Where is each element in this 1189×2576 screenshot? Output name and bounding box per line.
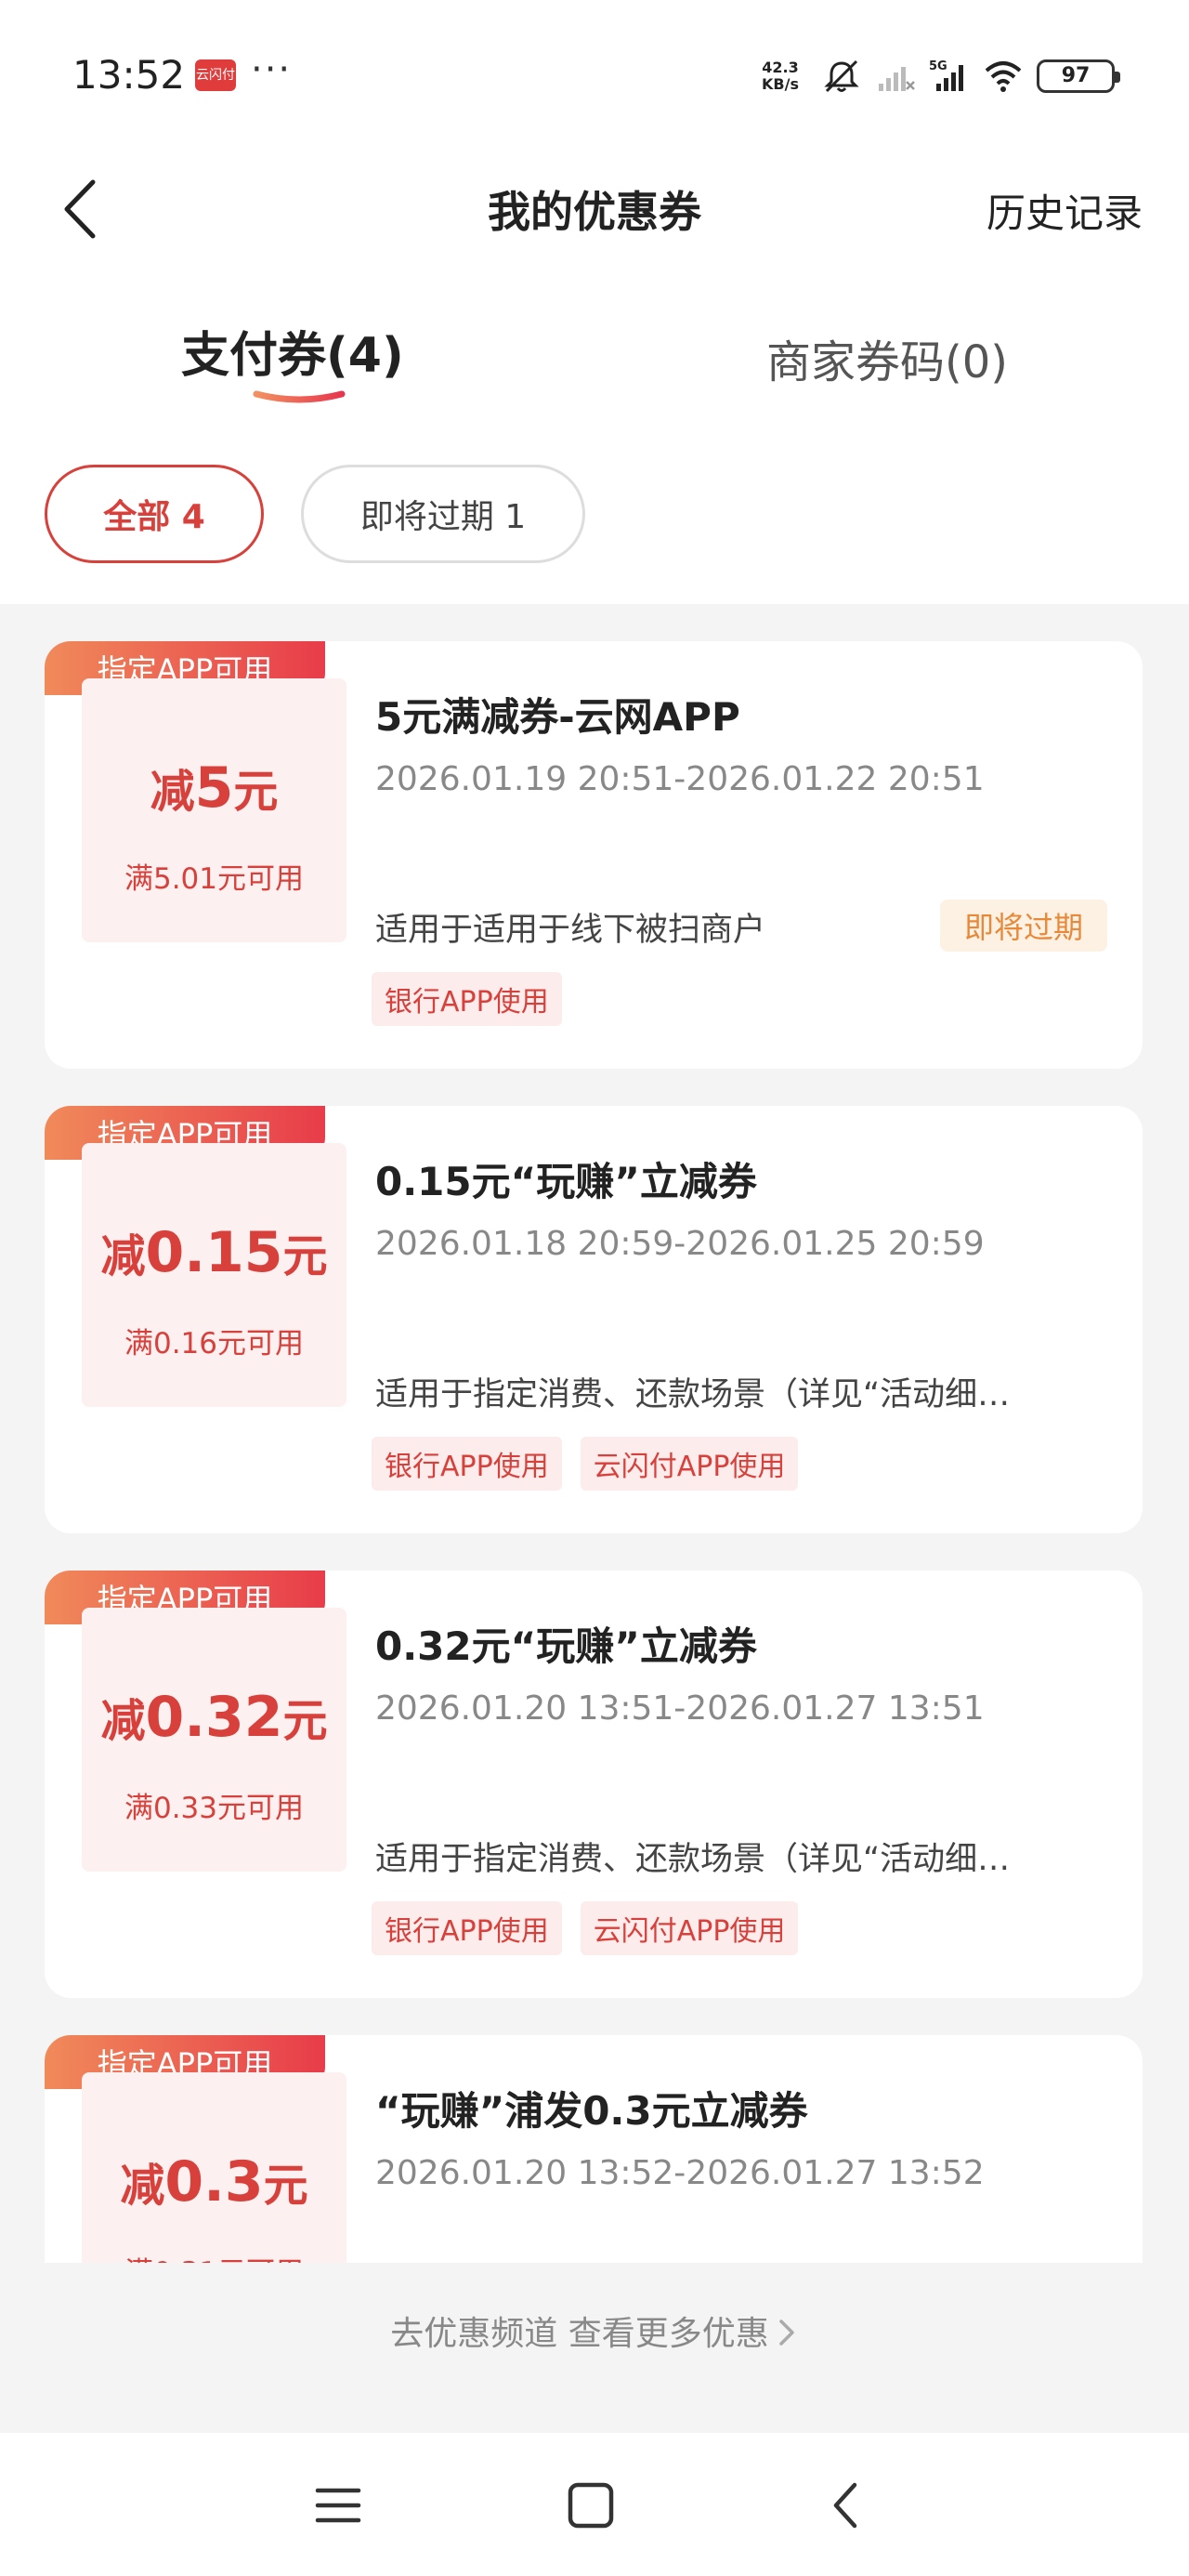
coupon-validity: 2026.01.20 13:51-2026.01.27 13:51 — [375, 1689, 985, 1728]
signal-off-icon — [879, 67, 915, 91]
coupon-tags: 银行APP使用 云闪付APP使用 — [372, 1901, 799, 1955]
more-offers-label: 去优惠频道 查看更多优惠 — [390, 2315, 769, 2353]
status-right-group: 42.3 KB/s 5G 97 — [752, 56, 1120, 97]
coupon-amount: 减0.32元 — [82, 1684, 346, 1750]
network-speed: 42.3 KB/s — [752, 59, 808, 93]
coupon-validity: 2026.01.18 20:59-2026.01.25 20:59 — [375, 1225, 985, 1263]
coupon-validity: 2026.01.20 13:52-2026.01.27 13:52 — [375, 2154, 985, 2192]
status-time: 13:52 — [72, 52, 186, 98]
coupon-amount: 减0.15元 — [82, 1219, 346, 1285]
network-speed-unit: KB/s — [762, 75, 799, 93]
coupon-condition: 满0.31元可用 — [82, 2249, 346, 2263]
back-icon[interactable] — [819, 2477, 875, 2533]
menu-icon[interactable] — [310, 2477, 366, 2533]
unionpay-app-icon: 云闪付 — [195, 59, 236, 91]
tab-payment-coupons[interactable]: 支付券(4) — [181, 316, 404, 386]
amount-suffix: 元 — [233, 766, 279, 818]
coupon-tag: 银行APP使用 — [372, 1437, 562, 1491]
amount-suffix: 元 — [282, 1230, 328, 1282]
amount-value: 0.3 — [164, 2149, 264, 2215]
header-area: 13:52 云闪付 ··· 42.3 KB/s 5G 97 我的优惠券 历史记录… — [0, 0, 1189, 604]
chevron-right-icon — [778, 2320, 794, 2346]
coupon-validity: 2026.01.19 20:51-2026.01.22 20:51 — [375, 760, 985, 798]
amount-prefix: 减 — [150, 766, 195, 818]
coupon-condition: 满0.33元可用 — [124, 1792, 305, 1825]
tab-merchant-codes[interactable]: 商家券码(0) — [766, 325, 1008, 390]
wifi-icon — [985, 61, 1022, 92]
status-more-icon: ··· — [251, 48, 293, 91]
coupon-title: 0.32元“玩赚”立减券 — [375, 1623, 757, 1669]
amount-suffix: 元 — [263, 2160, 308, 2212]
coupon-title: 0.15元“玩赚”立减券 — [375, 1159, 757, 1204]
coupon-scope: 适用于指定消费、还款场景（详见“活动细… — [375, 1841, 1011, 1878]
amount-prefix: 减 — [120, 2160, 165, 2212]
coupon-tag: 云闪付APP使用 — [580, 1901, 799, 1955]
coupon-condition: 满5.01元可用 — [124, 862, 305, 896]
coupon-card[interactable]: 指定APP可用 减0.15元 满0.16元可用 0.15元“玩赚”立减券 202… — [45, 1106, 1143, 1533]
coupon-tag: 云闪付APP使用 — [580, 1437, 799, 1491]
amount-prefix: 减 — [100, 1695, 146, 1747]
system-nav-bar — [0, 2433, 1189, 2576]
amount-value: 0.32 — [145, 1685, 283, 1750]
coupon-tags: 银行APP使用 云闪付APP使用 — [372, 1437, 799, 1491]
signal-5g-icon: 5G — [929, 59, 963, 91]
filter-all[interactable]: 全部 4 — [45, 465, 264, 563]
filter-expiring[interactable]: 即将过期 1 — [301, 465, 585, 563]
coupon-amount-panel: 减0.3元 满0.31元可用 — [82, 2072, 346, 2263]
amount-value: 5 — [194, 756, 234, 821]
coupon-tag: 银行APP使用 — [372, 1901, 562, 1955]
coupon-scope: 适用于适用于线下被扫商户 — [375, 912, 766, 949]
coupon-amount: 减0.3元 — [82, 2149, 346, 2215]
coupon-tabs: 支付券(4) 商家券码(0) — [0, 307, 1189, 437]
network-type-label: 5G — [929, 59, 947, 73]
coupon-list: 指定APP可用 减5元 满5.01元可用 5元满减券-云网APP 2026.01… — [45, 641, 1143, 2263]
nav-header: 我的优惠券 历史记录 — [0, 158, 1189, 260]
coupon-card[interactable]: 指定APP可用 减0.32元 满0.33元可用 0.32元“玩赚”立减券 202… — [45, 1571, 1143, 1998]
coupon-title: “玩赚”浦发0.3元立减券 — [375, 2088, 808, 2134]
coupon-amount-panel: 减0.15元 满0.16元可用 — [82, 1143, 346, 1407]
coupon-page: 13:52 云闪付 ··· 42.3 KB/s 5G 97 我的优惠券 历史记录… — [0, 0, 1189, 2576]
filter-chips: 全部 4 即将过期 1 — [0, 465, 1189, 567]
amount-value: 0.15 — [145, 1220, 283, 1285]
amount-suffix: 元 — [282, 1695, 328, 1747]
history-link[interactable]: 历史记录 — [986, 182, 1143, 239]
coupon-title: 5元满减券-云网APP — [375, 694, 740, 740]
coupon-tags: 银行APP使用 — [372, 972, 562, 1026]
coupon-card[interactable]: 指定APP可用 减5元 满5.01元可用 5元满减券-云网APP 2026.01… — [45, 641, 1143, 1069]
home-icon[interactable] — [563, 2477, 619, 2533]
active-tab-indicator — [253, 390, 346, 403]
coupon-condition: 满0.16元可用 — [124, 1327, 305, 1360]
coupon-scope: 适用于指定消费、还款场景（详见“活动细… — [375, 1376, 1011, 1413]
status-bar: 13:52 云闪付 ··· 42.3 KB/s 5G 97 — [0, 0, 1189, 149]
more-offers-link[interactable]: 去优惠频道 查看更多优惠 — [0, 2307, 1189, 2355]
coupon-tag: 银行APP使用 — [372, 972, 562, 1026]
battery-icon: 97 — [1037, 59, 1120, 93]
coupon-amount: 减5元 — [82, 755, 346, 821]
mute-icon — [824, 59, 859, 93]
amount-prefix: 减 — [100, 1230, 146, 1282]
network-speed-value: 42.3 — [762, 59, 799, 76]
coupon-card[interactable]: 指定APP可用 减0.3元 满0.31元可用 “玩赚”浦发0.3元立减券 202… — [45, 2035, 1143, 2263]
coupon-amount-panel: 减0.32元 满0.33元可用 — [82, 1608, 346, 1872]
expiring-badge: 即将过期 — [939, 900, 1107, 952]
coupon-amount-panel: 减5元 满5.01元可用 — [82, 678, 346, 942]
